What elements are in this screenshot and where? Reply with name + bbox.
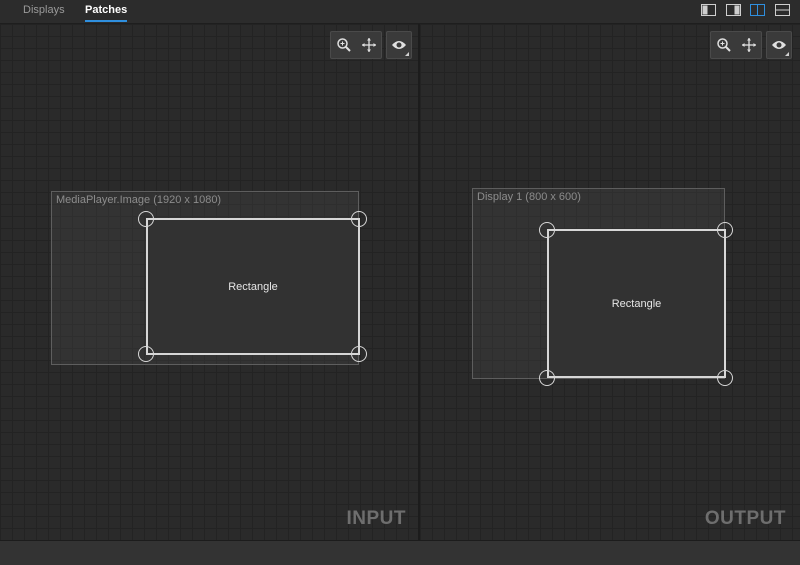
source-label: MediaPlayer.Image (1920 x 1080) [56,194,222,206]
panel-title-output: OUTPUT [704,508,786,529]
corner-handle-top-right[interactable] [717,222,733,238]
source-label: Display 1 (800 x 600) [477,191,581,203]
panel-title-input: INPUT [346,508,406,529]
input-toolbar [330,31,382,59]
corner-handle-bottom-right[interactable] [351,346,367,362]
input-panel[interactable]: MediaPlayer.Image (1920 x 1080) Rectangl… [0,24,418,540]
eye-icon[interactable] [766,31,792,59]
corner-handle-bottom-left[interactable] [539,370,555,386]
split-horizontal-layout-icon[interactable] [775,4,791,17]
left-panel-layout-icon[interactable] [701,4,717,17]
pan-icon[interactable] [356,32,381,58]
zoom-icon[interactable] [711,32,736,58]
tab-patches[interactable]: Patches [85,3,128,22]
rectangle-shape[interactable]: Rectangle [547,229,726,378]
tab-bar: Displays Patches [0,0,800,24]
corner-handle-top-left[interactable] [138,211,154,227]
output-toolbar [710,31,762,59]
rectangle-label: Rectangle [611,297,662,310]
pan-icon[interactable] [736,32,761,58]
rectangle-shape[interactable]: Rectangle [146,218,360,355]
corner-handle-top-left[interactable] [539,222,555,238]
eye-icon[interactable] [386,31,412,59]
split-vertical-layout-icon[interactable] [750,4,766,17]
rectangle-label: Rectangle [228,280,278,293]
tab-displays[interactable]: Displays [23,3,65,20]
status-bar [0,540,800,565]
corner-handle-top-right[interactable] [351,211,367,227]
zoom-icon[interactable] [331,32,356,58]
right-panel-layout-icon[interactable] [726,4,742,17]
corner-handle-bottom-left[interactable] [138,346,154,362]
corner-handle-bottom-right[interactable] [717,370,733,386]
output-panel[interactable]: Display 1 (800 x 600) Rectangle OUTPUT [420,24,800,540]
